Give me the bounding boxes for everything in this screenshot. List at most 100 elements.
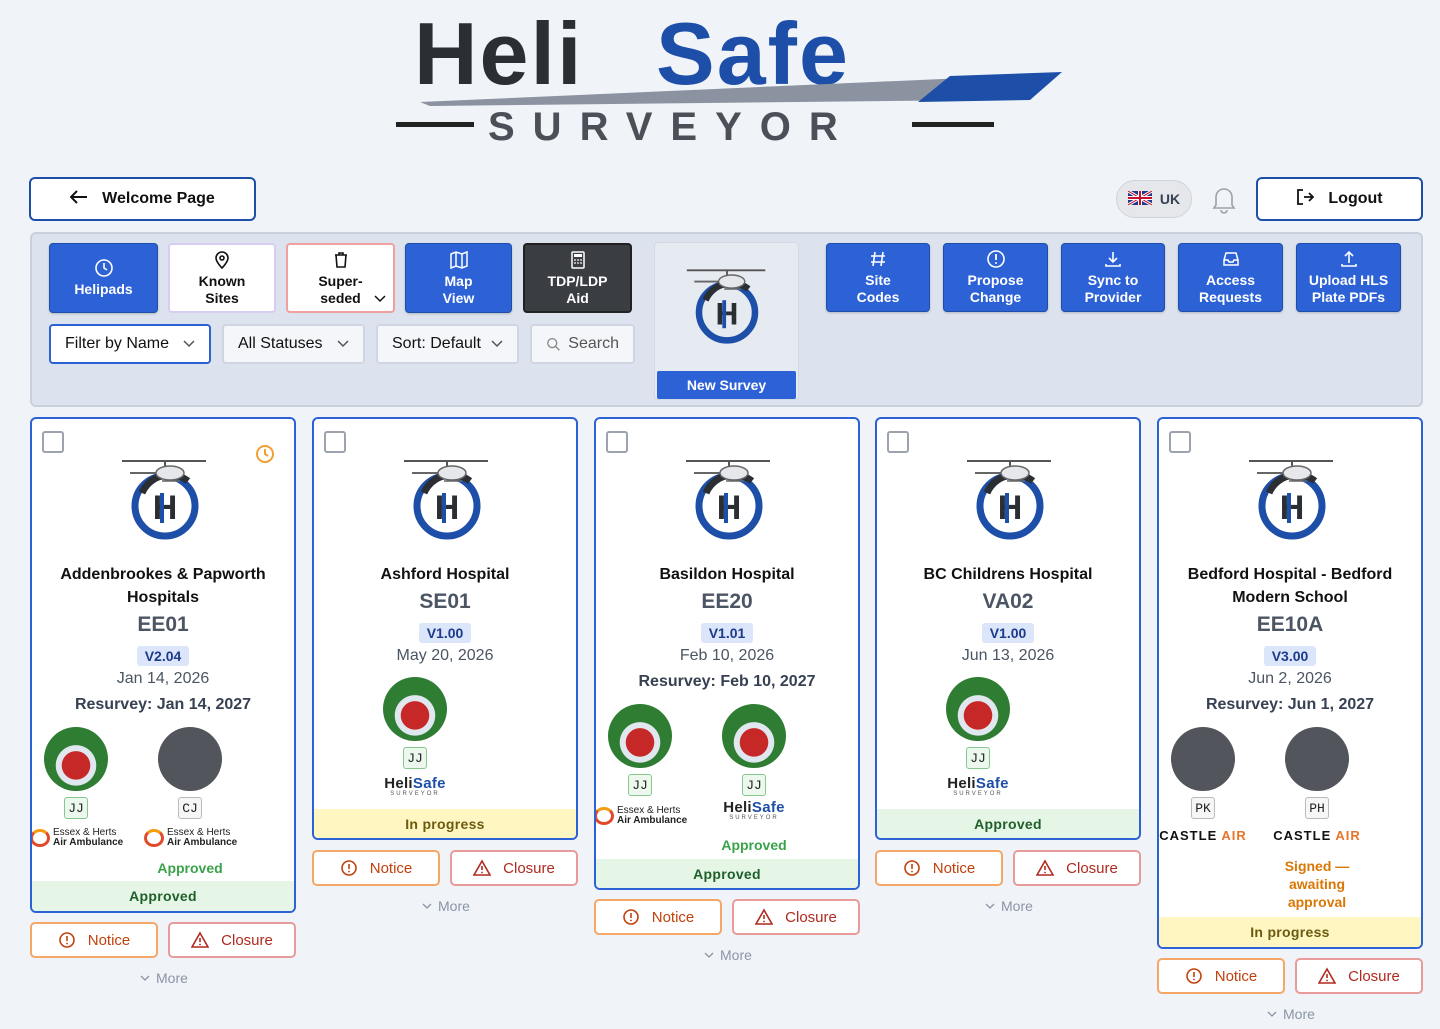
svg-text:H: H — [998, 489, 1023, 527]
helisafe-surveyor-small-logo: HeliSafe SURVEYOR — [723, 799, 785, 821]
site-codes-label-2: Codes — [856, 289, 900, 305]
select-checkbox[interactable] — [42, 431, 64, 453]
filter-by-select[interactable]: Filter by Name — [49, 324, 211, 364]
surveyor-initials: PK — [1191, 797, 1215, 819]
notice-button[interactable]: Notice — [594, 899, 722, 935]
notice-label: Notice — [932, 859, 976, 877]
tab-map-view[interactable]: Map View — [405, 243, 512, 313]
helicopter-logo-icon: H — [686, 269, 766, 344]
site-code: VA02 — [982, 590, 1034, 613]
version-badge: V3.00 — [1263, 646, 1317, 666]
closure-label: Closure — [221, 931, 273, 949]
pending-clock-icon — [256, 445, 274, 463]
closure-button[interactable]: Closure — [450, 850, 578, 886]
hash-icon — [871, 251, 885, 267]
survey-date: Jun 13, 2026 — [961, 647, 1055, 664]
version-badge: V1.01 — [700, 623, 754, 643]
helipad-card[interactable]: H Ashford Hospital SE01 V1.00 May 20, 2026 J… — [312, 417, 578, 840]
propose-change-label-2: Change — [969, 289, 1022, 305]
notice-label: Notice — [651, 908, 695, 926]
tab-known-sites[interactable]: Known Sites — [168, 243, 276, 313]
svg-text:H: H — [1280, 489, 1305, 527]
resurvey-date: Resurvey: Jan 14, 2027 — [74, 696, 252, 713]
more-toggle[interactable]: More — [985, 898, 1033, 914]
helicopter-logo-icon: H — [1247, 451, 1337, 541]
helipad-card[interactable]: H Basildon Hospital EE20 V1.01 Feb 10, 2026… — [594, 417, 860, 890]
more-toggle[interactable]: More — [422, 898, 470, 914]
more-label: More — [1283, 1006, 1315, 1022]
essex-herts-air-ambulance-logo: Essex & Herts Air Ambulance — [144, 825, 240, 851]
new-survey-label: New Survey — [657, 371, 796, 399]
more-label: More — [1001, 898, 1033, 914]
upload-label-2: Plate PDFs — [1311, 289, 1386, 305]
svg-text:H: H — [153, 489, 178, 527]
helipad-card[interactable]: H Addenbrookes & Papworth Hospitals EE01 V2… — [30, 417, 296, 913]
select-checkbox[interactable] — [606, 431, 628, 453]
site-name: Basildon Hospital — [659, 566, 795, 583]
logout-label: Logout — [1328, 190, 1383, 207]
notice-button[interactable]: Notice — [1157, 958, 1285, 994]
select-checkbox[interactable] — [887, 431, 909, 453]
svg-text:H: H — [435, 489, 460, 527]
helipad-card[interactable]: H BC Childrens Hospital VA02 V1.00 Jun 13, … — [875, 417, 1141, 840]
alert-circle-icon — [58, 932, 75, 948]
logo-text-heli: Heli — [414, 4, 583, 103]
notifications-bell-icon[interactable] — [1210, 184, 1238, 214]
sync-label-2: Provider — [1084, 289, 1142, 305]
closure-button[interactable]: Closure — [1013, 850, 1141, 886]
more-label: More — [438, 898, 470, 914]
logout-icon — [1296, 188, 1315, 211]
status-filter-select[interactable]: All Statuses — [222, 324, 365, 364]
surveyor-initials: CJ — [178, 797, 202, 819]
surveyor-avatar — [44, 727, 108, 791]
notice-button[interactable]: Notice — [312, 850, 440, 886]
known-sites-label-2: Sites — [205, 289, 239, 306]
closure-button[interactable]: Closure — [732, 899, 860, 935]
tab-superseded[interactable]: Super- seded — [286, 243, 395, 313]
calculator-icon — [570, 250, 585, 269]
more-toggle[interactable]: More — [1267, 1006, 1315, 1022]
welcome-page-button[interactable]: Welcome Page — [29, 177, 256, 221]
closure-label: Closure — [785, 908, 837, 926]
chevron-down-icon — [422, 903, 432, 909]
chevron-down-icon — [985, 903, 995, 909]
site-name: Bedford Hospital - Bedford — [1187, 566, 1393, 583]
sync-to-provider-button[interactable]: Sync to Provider — [1061, 243, 1165, 312]
sort-select[interactable]: Sort: Default — [376, 324, 519, 364]
logout-button[interactable]: Logout — [1256, 177, 1423, 221]
notice-button[interactable]: Notice — [30, 922, 158, 958]
select-checkbox[interactable] — [1169, 431, 1191, 453]
propose-change-button[interactable]: Propose Change — [943, 243, 1048, 312]
logo-text-surveyor: SURVEYOR — [488, 105, 856, 149]
site-name: Addenbrookes & Papworth — [60, 566, 266, 583]
upload-hls-plate-pdfs-button[interactable]: Upload HLS Plate PDFs — [1296, 243, 1401, 312]
site-name: BC Childrens Hospital — [923, 566, 1093, 583]
more-toggle[interactable]: More — [140, 970, 188, 986]
superseded-label-2: seded — [320, 289, 361, 306]
region-selector[interactable]: UK — [1116, 180, 1192, 218]
helipad-card[interactable]: H Bedford Hospital - Bedford Modern Schoo… — [1157, 417, 1423, 949]
filter-by-value: Filter by Name — [65, 335, 170, 352]
site-code: EE10A — [1256, 613, 1324, 636]
search-field[interactable]: Search — [530, 324, 635, 364]
notice-label: Notice — [369, 859, 413, 877]
notice-button[interactable]: Notice — [875, 850, 1003, 886]
trash-icon — [334, 251, 347, 268]
closure-button[interactable]: Closure — [1295, 958, 1423, 994]
essex-herts-air-ambulance-logo: Essex & Herts Air Ambulance — [596, 803, 690, 829]
access-requests-button[interactable]: Access Requests — [1178, 243, 1283, 312]
tab-tdp-ldp-aid[interactable]: TDP/LDP Aid — [523, 243, 632, 313]
surveyor-avatar — [158, 727, 222, 791]
arrow-left-icon — [69, 189, 88, 209]
resurvey-date: Resurvey: Jun 1, 2027 — [1205, 696, 1375, 713]
tab-helipads[interactable]: Helipads — [49, 243, 158, 313]
more-toggle[interactable]: More — [704, 947, 752, 963]
closure-label: Closure — [503, 859, 555, 877]
select-checkbox[interactable] — [324, 431, 346, 453]
new-survey-button[interactable]: H New Survey — [654, 242, 799, 400]
notice-label: Notice — [1214, 967, 1258, 985]
survey-date: Feb 10, 2026 — [679, 647, 775, 664]
site-codes-button[interactable]: Site Codes — [826, 243, 930, 312]
warning-triangle-icon — [755, 908, 774, 925]
closure-button[interactable]: Closure — [168, 922, 296, 958]
